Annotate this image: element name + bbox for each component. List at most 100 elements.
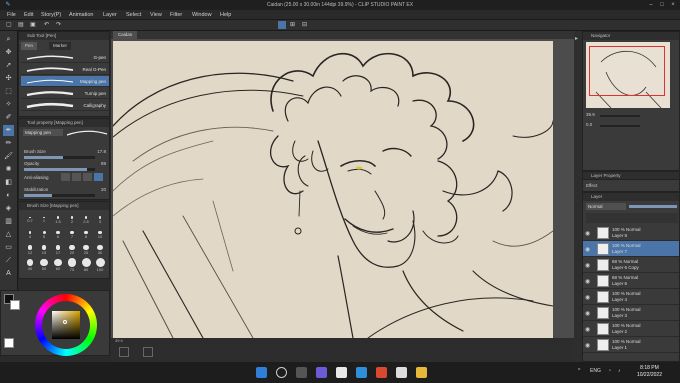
menu-window[interactable]: Window — [192, 12, 212, 18]
brush-item-calligraphy[interactable]: Calligraphy — [21, 100, 109, 111]
brush-size-preset[interactable]: 60 — [51, 258, 65, 272]
menu-view[interactable]: View — [150, 12, 162, 18]
brush-size-preset[interactable]: 70 — [65, 258, 79, 272]
close-icon[interactable]: × — [668, 1, 678, 9]
grid-snap-icon[interactable]: ⊟ — [302, 21, 307, 28]
zoom-tool-icon[interactable]: ⌕ — [3, 34, 14, 45]
brush-tool-icon[interactable]: 🖌 — [3, 151, 14, 162]
menu-story[interactable]: Story(P) — [41, 12, 61, 18]
brush-size-preset[interactable]: 50 — [37, 258, 51, 272]
brush-size-preset[interactable]: 2 — [65, 213, 79, 227]
opacity-slider[interactable] — [24, 168, 95, 171]
panel-toggle-icon[interactable]: ▸ — [575, 35, 578, 42]
brush-size-preset[interactable]: 15 — [37, 243, 51, 257]
auto-select-tool-icon[interactable]: ✧ — [3, 99, 14, 110]
volume-icon[interactable]: ♪ — [618, 368, 621, 374]
gradient-tool-icon[interactable]: ▥ — [3, 216, 14, 227]
edge-icon[interactable] — [356, 367, 367, 378]
brush-size-preset[interactable]: 6 — [51, 228, 65, 242]
search-icon[interactable] — [276, 367, 287, 378]
aa-strong-button[interactable] — [94, 173, 103, 181]
brush-size-preset[interactable]: 30 — [93, 243, 107, 257]
visibility-eye-icon[interactable]: ◉ — [585, 310, 590, 317]
brush-size-preset[interactable]: 80 — [79, 258, 93, 272]
layer-row[interactable]: ◉ 100 % Normal Layer 1 — [583, 337, 679, 353]
aa-weak-button[interactable] — [72, 173, 81, 181]
saturation-value-square[interactable] — [52, 311, 80, 339]
save-icon[interactable]: ▣ — [30, 21, 36, 28]
layer-move-tool-icon[interactable]: ✣ — [3, 73, 14, 84]
menu-help[interactable]: Help — [220, 12, 231, 18]
brush-size-preset[interactable]: 5 — [37, 228, 51, 242]
operation-tool-icon[interactable]: ➚ — [3, 60, 14, 71]
blend-tool-icon[interactable]: ◐ — [3, 190, 14, 201]
navigator-zoom-slider[interactable] — [600, 115, 640, 117]
maximize-icon[interactable]: □ — [657, 1, 667, 9]
layer-row[interactable]: ◉ 100 % Normal Layer 8 — [583, 225, 679, 241]
color-picker-cursor[interactable] — [63, 320, 67, 324]
menu-select[interactable]: Select — [126, 12, 141, 18]
menu-edit[interactable]: Edit — [24, 12, 33, 18]
tray-chevron-icon[interactable]: ^ — [578, 368, 580, 374]
visibility-eye-icon[interactable]: ◉ — [585, 246, 590, 253]
brush-size-preset[interactable]: 3 — [93, 213, 107, 227]
canvas-bottom-button[interactable] — [119, 347, 129, 357]
visibility-eye-icon[interactable]: ◉ — [585, 326, 590, 333]
stabilization-row[interactable]: Stabilization 20 — [21, 185, 109, 197]
brush-size-preset[interactable]: 12 — [23, 243, 37, 257]
brush-size-preset[interactable]: 4 — [23, 228, 37, 242]
brush-size-preset[interactable]: 25 — [79, 243, 93, 257]
navigator-view-frame[interactable] — [589, 46, 665, 96]
teams-icon[interactable] — [316, 367, 327, 378]
transparent-swatch[interactable] — [4, 338, 14, 348]
undo-icon[interactable]: ↶ — [44, 21, 49, 28]
aa-none-button[interactable] — [61, 173, 70, 181]
layer-row[interactable]: ◉ 100 % Normal Layer 2 — [583, 321, 679, 337]
layer-row[interactable]: ◉ 100 % Normal Layer 3 — [583, 305, 679, 321]
brush-item-mapping-pen[interactable]: Mapping pen — [21, 76, 109, 87]
brush-size-preset[interactable]: 20 — [65, 243, 79, 257]
brush-item-turnip-pen[interactable]: Turnip pen — [21, 88, 109, 99]
brush-item-real-g-pen[interactable]: Real G-Pen — [21, 64, 109, 75]
brush-size-row[interactable]: Brush Size 17.8 — [21, 147, 109, 159]
layer-row[interactable]: ◉ 100 % Normal Layer 7 — [583, 241, 679, 257]
ruler-tool-icon[interactable]: ⟋ — [3, 255, 14, 266]
drawing-canvas[interactable] — [113, 41, 553, 338]
clock[interactable]: 8:18 PM 10/22/2022 — [637, 365, 662, 379]
language-indicator[interactable]: ENG — [590, 368, 601, 374]
visibility-eye-icon[interactable]: ◉ — [585, 262, 590, 269]
brave-icon[interactable] — [376, 367, 387, 378]
canvas-bottom-button[interactable] — [143, 347, 153, 357]
brush-size-preset[interactable]: 1.5 — [51, 213, 65, 227]
menu-animation[interactable]: Animation — [69, 12, 93, 18]
brush-item-g-pen[interactable]: G-pen — [21, 52, 109, 63]
task-view-icon[interactable] — [296, 367, 307, 378]
wifi-icon[interactable]: ◔ — [608, 368, 611, 374]
pen-tool-icon[interactable]: ✒ — [3, 125, 14, 136]
redo-icon[interactable]: ↷ — [56, 21, 61, 28]
snap-icon[interactable] — [278, 21, 286, 29]
brush-size-preset[interactable]: 2.5 — [79, 213, 93, 227]
brush-size-preset[interactable]: 0.7 — [23, 213, 37, 227]
sub-color-swatch[interactable] — [10, 300, 20, 310]
open-file-icon[interactable]: ▤ — [18, 21, 24, 28]
brush-size-preset[interactable]: 100 — [93, 258, 107, 272]
visibility-eye-icon[interactable]: ◉ — [585, 230, 590, 237]
ruler-snap-icon[interactable]: ⊞ — [290, 21, 295, 28]
layer-opacity-slider[interactable] — [629, 205, 677, 208]
brush-size-preset[interactable]: 17 — [51, 243, 65, 257]
document-tab[interactable]: Caidan — [113, 31, 138, 39]
brush-size-preset[interactable]: 1 — [37, 213, 51, 227]
brush-size-preset[interactable]: 40 — [23, 258, 37, 272]
eyedropper-tool-icon[interactable]: ✐ — [3, 112, 14, 123]
menu-filter[interactable]: Filter — [170, 12, 182, 18]
figure-tool-icon[interactable]: △ — [3, 229, 14, 240]
new-file-icon[interactable]: ▢ — [6, 21, 12, 28]
stabilization-slider[interactable] — [24, 194, 95, 197]
pencil-tool-icon[interactable]: ✏ — [3, 138, 14, 149]
file-explorer-icon[interactable] — [416, 367, 427, 378]
visibility-eye-icon[interactable]: ◉ — [585, 342, 590, 349]
layer-row[interactable]: ◉ 68 % Normal Layer 6 Copy — [583, 257, 679, 273]
layer-row[interactable]: ◉ 68 % Normal Layer 6 — [583, 273, 679, 289]
brush-size-preset[interactable]: 10 — [93, 228, 107, 242]
